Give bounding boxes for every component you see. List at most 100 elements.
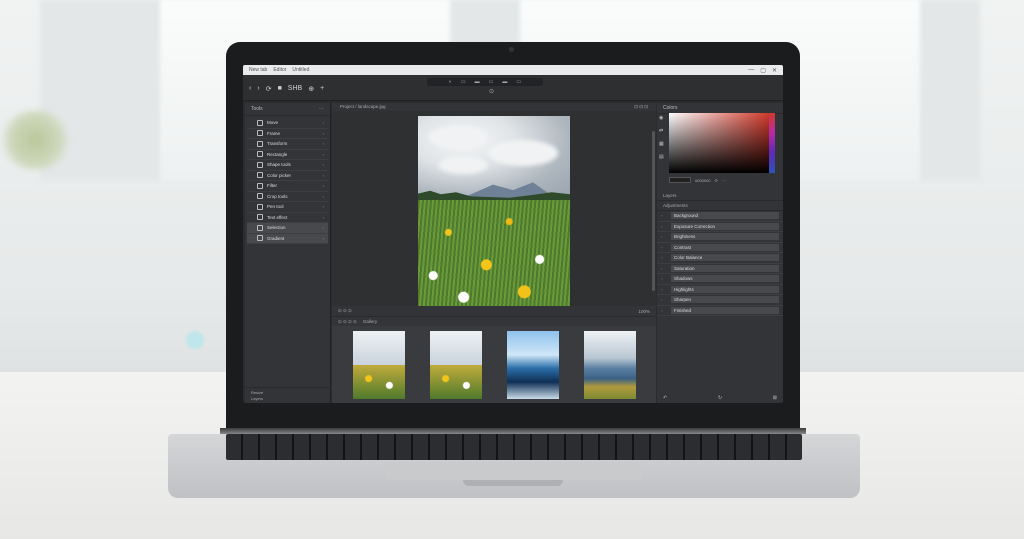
minimize-button[interactable]: —: [748, 67, 754, 73]
hue-slider[interactable]: [769, 113, 775, 173]
layer-item[interactable]: ◦ Color Balance: [657, 253, 783, 264]
view-icon[interactable]: ▬: [502, 79, 507, 85]
layer-item[interactable]: ◦ Finished: [657, 306, 783, 316]
visibility-icon[interactable]: ◦: [661, 213, 667, 218]
zoom-level[interactable]: 100%: [638, 309, 650, 314]
hex-value[interactable]: #000000: [695, 178, 711, 183]
layer-label: Shadows: [671, 275, 779, 283]
canvas-view-icons[interactable]: ⊡ ⊡ ⊡: [634, 104, 648, 110]
view-icon[interactable]: ▭: [461, 79, 466, 85]
tool-list: Move › Frame › Transform › Rectangle › Shape too…: [245, 116, 330, 246]
layer-item[interactable]: ◦ Contrast: [657, 243, 783, 253]
image-canvas[interactable]: [332, 111, 656, 308]
filmstrip-title: Gallery: [362, 319, 378, 324]
properties-panel: Colors ◉ ⇄ ▦ ▤ #000000 ⟳ ⋯ Layers Adjust…: [657, 103, 783, 403]
visibility-icon[interactable]: ◦: [661, 255, 667, 260]
tool-item[interactable]: Move ›: [247, 118, 328, 129]
layer-item[interactable]: ◦ Brightness: [657, 232, 783, 243]
chevron-right-icon: ›: [322, 162, 324, 168]
tool-icon: [257, 235, 263, 242]
tool-item[interactable]: Rectangle ›: [247, 150, 328, 160]
tool-item[interactable]: Pen tool ›: [247, 202, 328, 213]
layer-item[interactable]: ◦ Shadows: [657, 274, 783, 285]
maximize-button[interactable]: ▢: [760, 67, 766, 74]
tool-item[interactable]: Selection ›: [247, 223, 328, 234]
view-icon[interactable]: ▭: [516, 79, 521, 85]
view-icon[interactable]: ▭: [489, 79, 494, 85]
tool-item[interactable]: Shape tools ›: [247, 160, 328, 171]
layers-icon[interactable]: ▤: [659, 154, 664, 160]
layer-item[interactable]: ◦ Exposure Correction: [657, 222, 783, 232]
visibility-icon[interactable]: ◦: [661, 245, 667, 250]
delete-icon[interactable]: ⊠: [773, 395, 777, 401]
filmstrip-icons[interactable]: ⊙ ⊙ ⊙ ⊙: [338, 319, 357, 325]
tool-item[interactable]: Transform ›: [247, 139, 328, 150]
photo-cloud: [488, 140, 558, 166]
layer-item[interactable]: ◦ Background: [657, 211, 783, 222]
visibility-icon[interactable]: ◦: [661, 308, 667, 313]
tool-label: Color picker: [267, 172, 292, 178]
webcam: [509, 47, 514, 52]
tool-item[interactable]: Text effect ›: [247, 213, 328, 223]
panel-menu-icon[interactable]: ⋯: [319, 106, 324, 112]
view-icon[interactable]: ▬: [475, 79, 480, 85]
thumbnail-lake[interactable]: [583, 331, 636, 399]
footer-item[interactable]: Layers: [251, 396, 325, 402]
view-icon[interactable]: ◐: [449, 79, 452, 85]
layer-item[interactable]: ◦ Sharpen: [657, 295, 783, 306]
vertical-scrollbar[interactable]: [652, 131, 655, 291]
undo-icon[interactable]: ↶: [663, 395, 667, 401]
canvas-area: Project / landscape.jpg ⊡ ⊡ ⊡ ⊙ ⊙ ⊙ 100%: [332, 103, 656, 403]
layer-item[interactable]: ◦ Highlights: [657, 285, 783, 295]
breadcrumb-path[interactable]: Project / landscape.jpg: [340, 104, 386, 110]
tool-item[interactable]: Color picker ›: [247, 171, 328, 181]
tool-item[interactable]: Frame ›: [247, 129, 328, 139]
close-button[interactable]: ✕: [772, 67, 777, 74]
view-toggle-group: ◐ ▭ ▬ ▭ ▬ ▭: [427, 78, 543, 86]
keyboard: [226, 434, 802, 460]
visibility-icon[interactable]: ◦: [661, 297, 667, 302]
tool-item[interactable]: Gradient ›: [247, 233, 328, 244]
canvas-footer: ⊙ ⊙ ⊙ 100%: [332, 306, 656, 316]
tool-label: Shape tools: [267, 162, 291, 168]
tool-label: Pen tool: [267, 204, 284, 210]
thumbnail-flowers[interactable]: [429, 331, 482, 399]
color-picker[interactable]: [669, 113, 769, 173]
chevron-right-icon: ›: [322, 120, 324, 126]
color-swatch[interactable]: [669, 177, 691, 183]
tool-icon: [257, 140, 263, 147]
landscape-photo[interactable]: [418, 116, 570, 308]
tab[interactable]: Untitled: [292, 67, 309, 73]
tab[interactable]: New tab: [249, 67, 267, 73]
forward-icon[interactable]: ›: [257, 85, 259, 93]
visibility-icon[interactable]: ◦: [661, 266, 667, 271]
layer-item[interactable]: ◦ Saturation: [657, 264, 783, 274]
reset-icon[interactable]: ⟳: [715, 178, 718, 183]
more-icon[interactable]: ⋯: [722, 178, 726, 183]
label-button[interactable]: SHB: [288, 85, 302, 93]
thumbnail-flowers[interactable]: [352, 331, 405, 399]
visibility-icon[interactable]: ◦: [661, 224, 667, 229]
rotate-icon[interactable]: ↻: [718, 395, 722, 401]
tool-label: Move: [267, 120, 279, 126]
swap-icon[interactable]: ⇄: [659, 128, 664, 134]
tab[interactable]: Editor: [273, 67, 286, 73]
zoom-icon[interactable]: ⊙: [489, 88, 494, 95]
refresh-icon[interactable]: ⟳: [266, 85, 272, 93]
eyedropper-icon[interactable]: ◉: [659, 115, 664, 121]
tool-label: Selection: [267, 225, 286, 231]
thumbnail-car[interactable]: [506, 331, 559, 399]
target-icon[interactable]: ⊕: [308, 85, 314, 93]
back-icon[interactable]: ‹: [249, 85, 251, 93]
canvas-footer-icons[interactable]: ⊙ ⊙ ⊙: [338, 308, 352, 314]
grid-icon[interactable]: ▦: [659, 141, 664, 147]
add-icon[interactable]: +: [320, 85, 324, 93]
visibility-icon[interactable]: ◦: [661, 287, 667, 292]
tool-item[interactable]: Crop tools ›: [247, 192, 328, 202]
visibility-icon[interactable]: ◦: [661, 234, 667, 239]
layers-section: Layers Adjustments ◦ Background ◦ Exposure …: [657, 191, 783, 316]
tool-item[interactable]: Filter ›: [247, 181, 328, 192]
document-icon[interactable]: ■: [278, 85, 282, 93]
visibility-icon[interactable]: ◦: [661, 276, 667, 281]
browser-titlebar: New tab Editor Untitled — ▢ ✕: [243, 65, 783, 75]
